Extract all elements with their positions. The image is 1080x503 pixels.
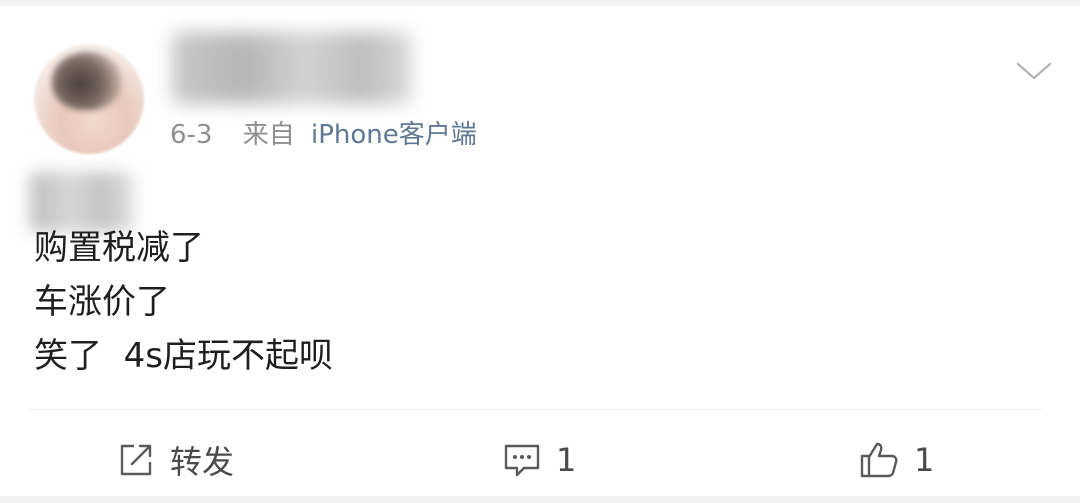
- weibo-post-card: 6-3 来自 iPhone客户端 购置税减了 车涨价了 笑了 4s店玩不起呗 转…: [0, 6, 1080, 496]
- share-icon: [116, 440, 156, 480]
- action-bar-divider: [30, 409, 1044, 410]
- like-count: 1: [914, 441, 935, 479]
- chevron-down-icon[interactable]: [1016, 58, 1052, 86]
- thumbs-up-icon: [858, 439, 900, 481]
- avatar-image: [52, 52, 122, 110]
- like-button[interactable]: 1: [858, 436, 934, 484]
- repost-label: 转发: [170, 443, 235, 481]
- avatar[interactable]: [34, 44, 144, 154]
- redacted-mention: [30, 172, 134, 232]
- repost-button[interactable]: 转发: [116, 436, 234, 484]
- post-meta: 6-3 来自 iPhone客户端: [170, 114, 477, 151]
- source-prefix: 来自: [242, 120, 295, 150]
- author-name-redacted[interactable]: [172, 32, 412, 104]
- post-source-link[interactable]: iPhone客户端: [311, 120, 477, 150]
- post-text-line-2: 车涨价了: [34, 282, 170, 322]
- comment-icon: [502, 440, 542, 480]
- post-text-line-3: 笑了 4s店玩不起呗: [34, 336, 333, 376]
- post-text-line-1: 购置税减了: [34, 228, 204, 268]
- post-date: 6-3: [170, 120, 213, 150]
- comment-button[interactable]: 1: [502, 436, 576, 484]
- comment-count: 1: [556, 441, 577, 479]
